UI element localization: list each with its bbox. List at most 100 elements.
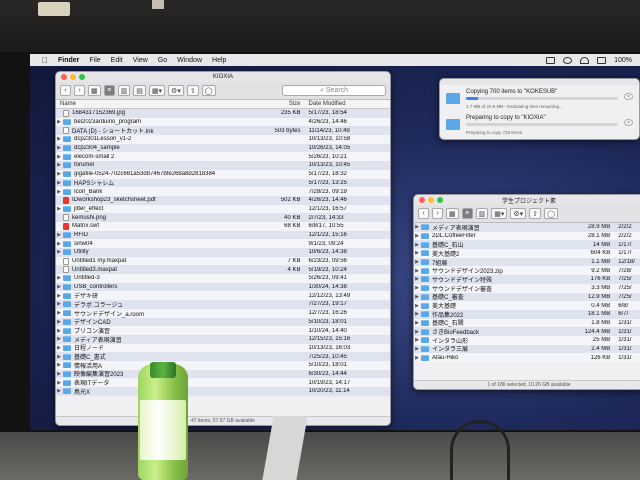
- file-row[interactable]: ▶ 2DL.CoffeeFilter 28.1 MB 2/2/2: [414, 231, 640, 241]
- airplay-icon[interactable]: [546, 56, 556, 64]
- minimize-button[interactable]: [70, 74, 76, 80]
- search-field[interactable]: ⌕ Search: [282, 85, 386, 96]
- zoom-button[interactable]: [437, 197, 443, 203]
- battery-icon[interactable]: [597, 56, 607, 64]
- share-icon[interactable]: ⇧: [186, 85, 199, 96]
- disclosure-triangle-icon[interactable]: ▶: [414, 224, 420, 230]
- disclosure-triangle-icon[interactable]: ▶: [56, 336, 62, 342]
- disclosure-triangle-icon[interactable]: ▶: [56, 284, 62, 290]
- cancel-copy-icon[interactable]: ×: [624, 119, 633, 126]
- disclosure-triangle-icon[interactable]: ▶: [414, 355, 420, 361]
- file-row[interactable]: ▶ メディア表現演習 12/15/23, 15:16: [56, 334, 390, 344]
- minimize-button[interactable]: [428, 197, 434, 203]
- file-row[interactable]: ▶ 基礎C_書式 7/25/23, 10:45: [56, 352, 390, 361]
- disclosure-triangle-icon[interactable]: ▶: [56, 119, 62, 125]
- tag-icon[interactable]: ◯: [201, 85, 216, 96]
- file-row[interactable]: ▶ サウンドデザイン審査 3.3 MB 7/25/: [414, 283, 640, 293]
- window-titlebar[interactable]: 学生プロジェクト素: [414, 195, 640, 205]
- disclosure-triangle-icon[interactable]: ▶: [56, 189, 62, 195]
- disclosure-triangle-icon[interactable]: ▶: [414, 250, 420, 256]
- file-row[interactable]: ▶ デザインCAD 5/10/23, 18:01: [56, 317, 390, 327]
- disclosure-triangle-icon[interactable]: ▶: [414, 268, 420, 274]
- disclosure-triangle-icon[interactable]: ▶: [56, 206, 62, 212]
- file-row[interactable]: ▶ sinw04 9/1/23, 09:24: [56, 239, 390, 248]
- icon-view-icon[interactable]: ▦: [446, 208, 459, 219]
- disclosure-triangle-icon[interactable]: ▶: [414, 320, 420, 326]
- file-row[interactable]: ▶ 表現ITデータ 10/19/23, 14:17: [56, 378, 390, 387]
- list-view-icon[interactable]: ≡: [103, 85, 115, 96]
- file-row[interactable]: ▶ dcp2301Lesson_v1-2 10/13/23, 10:58: [56, 135, 390, 144]
- file-row[interactable]: 1684317152369.jpg 235 KB 5/17/23, 18:54: [56, 109, 390, 118]
- disclosure-triangle-icon[interactable]: ▶: [56, 136, 62, 142]
- file-row[interactable]: ▶ dcp2304_sample 10/26/23, 14:05: [56, 143, 390, 153]
- menu-go[interactable]: Go: [158, 57, 167, 64]
- file-row[interactable]: ▶ Untitled-3 5/26/23, 09:41: [56, 274, 390, 283]
- disclosure-triangle-icon[interactable]: ▶: [56, 232, 62, 238]
- disclosure-triangle-icon[interactable]: ▶: [414, 346, 420, 352]
- forward-icon[interactable]: ›: [432, 208, 443, 219]
- disclosure-triangle-icon[interactable]: ▶: [414, 276, 420, 282]
- disclosure-triangle-icon[interactable]: ▶: [414, 285, 420, 291]
- sound-icon[interactable]: [563, 56, 573, 64]
- tag-icon[interactable]: ◯: [544, 208, 558, 219]
- disclosure-triangle-icon[interactable]: ▶: [414, 311, 420, 317]
- disclosure-triangle-icon[interactable]: ▶: [56, 145, 62, 151]
- disclosure-triangle-icon[interactable]: ▶: [414, 329, 420, 335]
- file-row[interactable]: ▶ HAPSシャレム 5/17/23, 13:25: [56, 178, 390, 188]
- file-row[interactable]: ▶ gigafile-0524-702c661a53d87467bfe268a8d…: [56, 169, 390, 179]
- disclosure-triangle-icon[interactable]: ▶: [414, 259, 420, 265]
- cancel-copy-icon[interactable]: ×: [624, 93, 633, 100]
- disclosure-triangle-icon[interactable]: ▶: [56, 162, 62, 168]
- disclosure-triangle-icon[interactable]: ▶: [414, 337, 420, 343]
- share-icon[interactable]: ⇧: [529, 208, 542, 219]
- file-row[interactable]: ▶ USB_controllers 1/30/24, 14:38: [56, 282, 390, 292]
- file-row[interactable]: ▶ 日程ノード 10/13/23, 16:03: [56, 343, 390, 353]
- column-date[interactable]: Date Modified: [305, 101, 390, 107]
- column-view-icon[interactable]: ▥: [475, 208, 489, 219]
- group-icon[interactable]: ▦▾: [148, 85, 166, 96]
- disclosure-triangle-icon[interactable]: ▶: [414, 303, 420, 309]
- file-row[interactable]: ▶ 鳥光X 10/20/23, 11:14: [56, 387, 390, 396]
- file-row[interactable]: ▶ 美大基礎 0.4 MB 6/8/: [414, 301, 640, 310]
- zoom-button[interactable]: [79, 74, 85, 80]
- disclosure-triangle-icon[interactable]: ▶: [414, 233, 420, 239]
- file-row[interactable]: ▶ 美大基礎2 604 KB 1/17/: [414, 249, 640, 258]
- file-row[interactable]: ▶ サウンドデザイン2023.zip 9.2 MB 7/28/: [414, 266, 640, 276]
- close-button[interactable]: [61, 74, 67, 80]
- list-view-icon[interactable]: ≡: [461, 208, 473, 219]
- file-row[interactable]: ▶ デラボ コラージュ 7/27/23, 19:17: [56, 300, 390, 309]
- menu-edit[interactable]: Edit: [111, 57, 123, 64]
- file-row[interactable]: ▶ 情報活用A 5/10/23, 18:01: [56, 360, 390, 370]
- forward-icon[interactable]: ›: [74, 85, 85, 96]
- disclosure-triangle-icon[interactable]: ▶: [56, 301, 62, 307]
- disclosure-triangle-icon[interactable]: ▶: [56, 371, 62, 377]
- disclosure-triangle-icon[interactable]: ▶: [56, 154, 62, 160]
- menu-finder[interactable]: Finder: [58, 57, 79, 64]
- file-row[interactable]: ▶ 基礎C_石関 1.8 MB 1/31/: [414, 318, 640, 328]
- copy-titlebar[interactable]: [440, 79, 639, 85]
- window-titlebar[interactable]: KIOXIA: [56, 72, 390, 82]
- file-row[interactable]: ▶ プリコン演習 1/10/24, 14:40: [56, 326, 390, 335]
- apple-menu-icon[interactable]: : [40, 54, 50, 66]
- disclosure-triangle-icon[interactable]: ▶: [56, 328, 62, 334]
- file-row[interactable]: ▶ サウンドデザイン特殊 176 KB 7/25/: [414, 275, 640, 284]
- group-icon[interactable]: ▦▾: [491, 208, 508, 219]
- file-row[interactable]: ▶ Utility 10/6/23, 14:38: [56, 248, 390, 257]
- file-row[interactable]: Untitled1 my.maxpat 7 KB 6/23/23, 09:56: [56, 256, 390, 266]
- file-row[interactable]: ▶ Atau-Hiko 126 KB 1/31/: [414, 353, 640, 362]
- disclosure-triangle-icon[interactable]: ▶: [56, 171, 62, 177]
- menu-file[interactable]: File: [89, 57, 100, 64]
- column-view-icon[interactable]: ▥: [117, 85, 131, 96]
- wifi-icon[interactable]: [580, 56, 590, 64]
- menu-help[interactable]: Help: [212, 57, 226, 64]
- file-row[interactable]: ▶ forumel 10/13/23, 10:45: [56, 161, 390, 170]
- menu-view[interactable]: View: [133, 57, 148, 64]
- file-row[interactable]: ▶ 7組展 1.1 MB 12/18/: [414, 257, 640, 267]
- file-row[interactable]: Matrix.swf 68 KB 6/8/17, 10:55: [56, 221, 390, 231]
- disclosure-triangle-icon[interactable]: ▶: [56, 249, 62, 255]
- back-icon[interactable]: ‹: [418, 208, 429, 219]
- gallery-view-icon[interactable]: ▤: [133, 85, 146, 96]
- column-name[interactable]: Name: [56, 101, 255, 107]
- disclosure-triangle-icon[interactable]: ▶: [56, 388, 62, 394]
- back-icon[interactable]: ‹: [60, 85, 71, 96]
